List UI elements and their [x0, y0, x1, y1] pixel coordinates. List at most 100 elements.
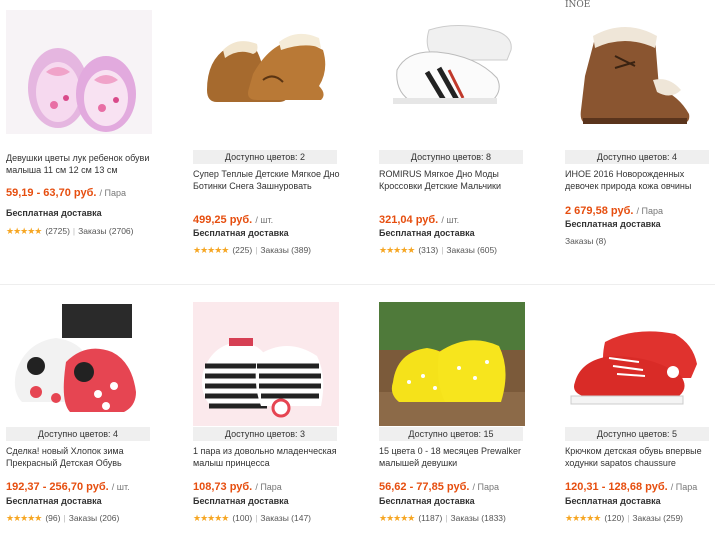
price-value: 120,31 - 128,68 руб. — [565, 481, 668, 493]
rating-orders: ★★★★★ (1187) | Заказы (1833) — [379, 513, 506, 524]
price-value: 2 679,58 руб. — [565, 205, 634, 217]
product-image-yellow-dotted-shoes[interactable] — [379, 302, 525, 426]
product-image-pink-floral-baby-shoes[interactable] — [6, 10, 152, 134]
product-title[interactable]: Крючком детская обувь впервые ходунки sa… — [565, 445, 715, 469]
rating-stars-icon[interactable]: ★★★★★ — [6, 226, 42, 236]
separator: | — [445, 513, 448, 523]
rating-stars-icon[interactable]: ★★★★★ — [193, 513, 229, 523]
product-image-black-white-striped-flats[interactable] — [193, 302, 339, 426]
available-colors: Доступно цветов: 4 — [6, 427, 150, 441]
product-card[interactable]: Доступно цветов: 5 Крючком детская обувь… — [565, 302, 715, 554]
separator: | — [255, 513, 258, 523]
shipping-label: Бесплатная доставка — [6, 208, 102, 218]
separator: | — [441, 245, 444, 255]
rating-stars-icon[interactable]: ★★★★★ — [565, 513, 601, 523]
available-colors: Доступно цветов: 3 — [193, 427, 337, 441]
orders-count[interactable]: Заказы (206) — [69, 513, 120, 523]
orders-count[interactable]: Заказы (8) — [565, 236, 606, 246]
product-title[interactable]: 15 цвета 0 - 18 месяцев Prewalker малыше… — [379, 445, 529, 469]
rating-orders: ★★★★★ (313) | Заказы (605) — [379, 245, 497, 256]
rating-stars-icon[interactable]: ★★★★★ — [379, 513, 415, 523]
price-value: 59,19 - 63,70 руб. — [6, 187, 97, 199]
product-grid: Девушки цветы лук ребенок обуви малыша 1… — [0, 0, 715, 556]
available-colors: Доступно цветов: 2 — [193, 150, 337, 164]
product-title[interactable]: 1 пара из довольно младенческая малыш пр… — [193, 445, 343, 469]
rating-orders: Заказы (8) — [565, 236, 606, 246]
product-price: 108,73 руб. / Пара — [193, 481, 282, 493]
rating-count[interactable]: (225) — [232, 245, 252, 255]
product-image-brown-leather-fur-boot[interactable] — [565, 10, 711, 134]
product-price: 59,19 - 63,70 руб. / Пара — [6, 187, 126, 199]
product-price: 192,37 - 256,70 руб. / шт. — [6, 481, 130, 493]
separator: | — [255, 245, 258, 255]
price-value: 192,37 - 256,70 руб. — [6, 481, 109, 493]
product-price: 499,25 руб. / шт. — [193, 214, 273, 226]
shipping-label: Бесплатная доставка — [565, 219, 661, 229]
rating-orders: ★★★★★ (100) | Заказы (147) — [193, 513, 311, 524]
available-colors: Доступно цветов: 8 — [379, 150, 523, 164]
price-value: 499,25 руб. — [193, 214, 253, 226]
available-colors: Доступно цветов: 5 — [565, 427, 709, 441]
orders-count[interactable]: Заказы (1833) — [451, 513, 506, 523]
product-price: 2 679,58 руб. / Пара — [565, 205, 663, 217]
product-price: 321,04 руб. / шт. — [379, 214, 459, 226]
shipping-label: Бесплатная доставка — [379, 228, 475, 238]
orders-count[interactable]: Заказы (605) — [446, 245, 497, 255]
rating-orders: ★★★★★ (225) | Заказы (389) — [193, 245, 311, 256]
shipping-label: Бесплатная доставка — [193, 496, 289, 506]
product-card[interactable]: INOE Доступно цветов: 4 ИНОЕ 2016 Новоро… — [565, 0, 715, 280]
product-title[interactable]: Девушки цветы лук ребенок обуви малыша 1… — [6, 152, 156, 176]
rating-count[interactable]: (2725) — [45, 226, 70, 236]
product-card[interactable]: Доступно цветов: 15 15 цвета 0 - 18 меся… — [379, 302, 555, 554]
available-colors: Доступно цветов: 4 — [565, 150, 709, 164]
product-price: 120,31 - 128,68 руб. / Пара — [565, 481, 697, 493]
product-image-brown-fur-snow-boots[interactable] — [193, 10, 339, 134]
product-image-white-striped-sneakers[interactable] — [379, 10, 525, 134]
product-title[interactable]: Сделка! новый Хлопок зима Прекрасный Дет… — [6, 445, 156, 469]
separator: | — [63, 513, 66, 523]
price-unit: / шт. — [255, 215, 274, 225]
product-card[interactable]: Доступно цветов: 8 ROMIRUS Мягкое Дно Мо… — [379, 10, 555, 280]
shipping-label: Бесплатная доставка — [193, 228, 289, 238]
product-card[interactable]: Девушки цветы лук ребенок обуви малыша 1… — [6, 10, 182, 280]
product-price: 56,62 - 77,85 руб. / Пара — [379, 481, 499, 493]
rating-count[interactable]: (120) — [604, 513, 624, 523]
rating-count[interactable]: (96) — [45, 513, 60, 523]
rating-count[interactable]: (313) — [418, 245, 438, 255]
product-image-red-canvas-sneakers[interactable] — [565, 302, 711, 426]
price-unit: / Пара — [670, 482, 698, 492]
rating-orders: ★★★★★ (2725) | Заказы (2706) — [6, 226, 133, 237]
rating-stars-icon[interactable]: ★★★★★ — [193, 245, 229, 255]
product-card[interactable]: Доступно цветов: 3 1 пара из довольно мл… — [193, 302, 369, 554]
rating-stars-icon[interactable]: ★★★★★ — [6, 513, 42, 523]
product-title[interactable]: ROMIRUS Мягкое Дно Моды Кроссовки Детски… — [379, 168, 529, 192]
orders-count[interactable]: Заказы (147) — [260, 513, 311, 523]
shipping-label: Бесплатная доставка — [6, 496, 102, 506]
price-unit: / Пара — [99, 188, 127, 198]
price-unit: / Пара — [255, 482, 282, 492]
product-title[interactable]: ИНОЕ 2016 Новорожденных девочек природа … — [565, 168, 715, 192]
price-value: 321,04 руб. — [379, 214, 439, 226]
product-image-ladybug-baby-shoes[interactable] — [6, 302, 152, 426]
price-value: 108,73 руб. — [193, 481, 253, 493]
product-title[interactable]: Супер Теплые Детские Мягкое Дно Ботинки … — [193, 168, 343, 192]
price-unit: / Пара — [636, 206, 663, 216]
shipping-label: Бесплатная доставка — [565, 496, 661, 506]
available-colors: Доступно цветов: 15 — [379, 427, 523, 441]
product-card[interactable]: Доступно цветов: 4 Сделка! новый Хлопок … — [6, 302, 182, 554]
rating-orders: ★★★★★ (96) | Заказы (206) — [6, 513, 119, 524]
separator: | — [72, 226, 76, 236]
rating-count[interactable]: (1187) — [418, 513, 442, 523]
orders-count[interactable]: Заказы (259) — [632, 513, 683, 523]
rating-count[interactable]: (100) — [232, 513, 252, 523]
separator: | — [627, 513, 630, 523]
price-unit: / шт. — [111, 482, 130, 492]
shipping-label: Бесплатная доставка — [379, 496, 475, 506]
brand-logo: INOE — [565, 0, 591, 10]
rating-orders: ★★★★★ (120) | Заказы (259) — [565, 513, 683, 524]
orders-count[interactable]: Заказы (389) — [260, 245, 311, 255]
price-value: 56,62 - 77,85 руб. — [379, 481, 470, 493]
orders-count[interactable]: Заказы (2706) — [78, 226, 133, 236]
rating-stars-icon[interactable]: ★★★★★ — [379, 245, 415, 255]
product-card[interactable]: Доступно цветов: 2 Супер Теплые Детские … — [193, 10, 369, 280]
